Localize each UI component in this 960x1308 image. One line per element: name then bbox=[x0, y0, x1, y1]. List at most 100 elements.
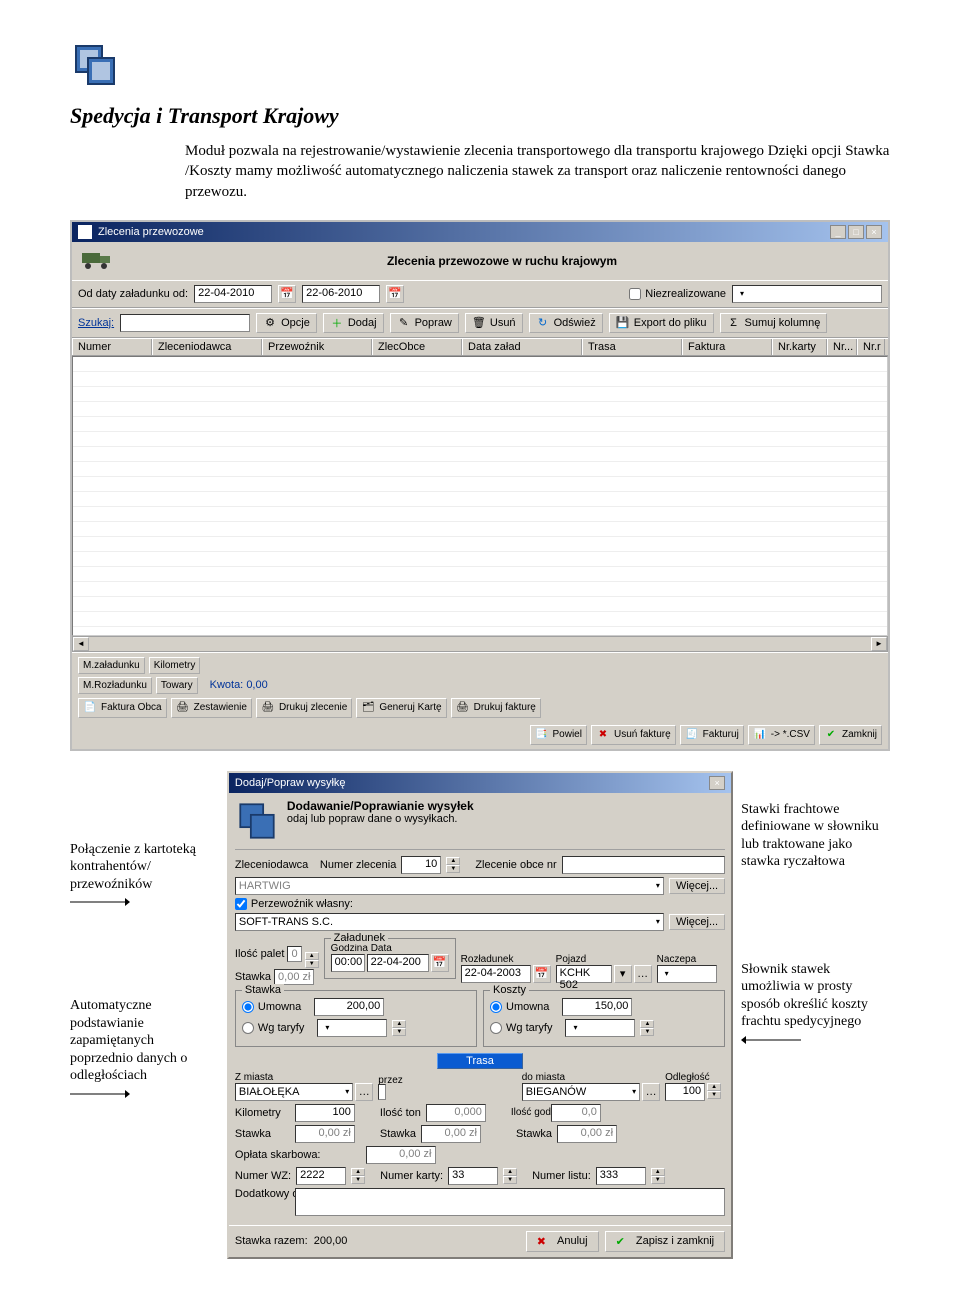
kilometry-input[interactable]: 100 bbox=[295, 1104, 355, 1122]
col-nr2[interactable]: Nr.r bbox=[857, 339, 885, 355]
koszty-umowna-radio[interactable]: Umowna bbox=[490, 1001, 549, 1013]
dropdown-icon[interactable]: ▾ bbox=[614, 965, 632, 983]
export-button[interactable]: 💾Export do pliku bbox=[609, 313, 714, 333]
zleceniodawca-dropdown[interactable]: HARTWIG bbox=[235, 877, 664, 895]
numer-zlecenia-input[interactable]: 10 bbox=[401, 856, 441, 874]
calendar-icon[interactable]: 📅 bbox=[533, 965, 551, 983]
stawka-input[interactable]: 0,00 zł bbox=[274, 969, 314, 985]
date-to-picker-icon[interactable]: 📅 bbox=[386, 285, 404, 303]
stawka-umowna-radio[interactable]: Umowna bbox=[242, 1001, 301, 1013]
przewoznik-wlasny-checkbox[interactable]: Perzewoźnik własny: bbox=[235, 898, 353, 910]
trasa-tab[interactable]: Trasa bbox=[437, 1053, 523, 1069]
koszty-umowna-input[interactable]: 150,00 bbox=[562, 998, 632, 1016]
ellipsis-icon[interactable]: … bbox=[642, 1083, 660, 1101]
stawka-umowna-input[interactable]: 200,00 bbox=[314, 998, 384, 1016]
koszty-spinner[interactable]: ▲▼ bbox=[640, 1020, 654, 1036]
towary-button[interactable]: Towary bbox=[156, 677, 198, 694]
dialog-close-button[interactable]: × bbox=[709, 776, 725, 790]
date-to-input[interactable]: 22-06-2010 bbox=[302, 285, 380, 303]
karty-spinner[interactable]: ▲▼ bbox=[503, 1168, 517, 1184]
mrozladunku-button[interactable]: M.Rozładunku bbox=[78, 677, 152, 694]
col-data-zalad[interactable]: Data załad bbox=[462, 339, 582, 355]
zamknij-button[interactable]: ✔Zamknij bbox=[819, 725, 882, 745]
ellipsis-icon[interactable]: … bbox=[355, 1083, 373, 1101]
col-nr1[interactable]: Nr... bbox=[827, 339, 857, 355]
col-zlecobce[interactable]: ZlecObce bbox=[372, 339, 462, 355]
listu-input[interactable]: 333 bbox=[596, 1167, 646, 1185]
odleglosc-spinner[interactable]: ▲▼ bbox=[707, 1083, 721, 1099]
do-miasta-dropdown[interactable]: BIEGANÓW bbox=[522, 1083, 640, 1101]
usun-fakture-button[interactable]: ✖Usuń fakturę bbox=[591, 725, 676, 745]
przez-input[interactable] bbox=[378, 1084, 386, 1100]
kilometry-button[interactable]: Kilometry bbox=[149, 657, 201, 674]
zapisz-button[interactable]: ✔ Zapisz i zamknij bbox=[605, 1231, 726, 1252]
scroll-left-icon[interactable]: ◄ bbox=[73, 637, 89, 651]
odswiez-button[interactable]: ↻Odśwież bbox=[529, 313, 603, 333]
oplata-input[interactable]: 0,00 zł bbox=[366, 1146, 436, 1164]
anuluj-button[interactable]: ✖ Anuluj bbox=[526, 1231, 599, 1252]
przewoznik-dropdown[interactable]: SOFT-TRANS S.C. bbox=[235, 913, 664, 931]
col-zleceniodawca[interactable]: Zleceniodawca bbox=[152, 339, 262, 355]
odleglosc-input[interactable]: 100 bbox=[665, 1083, 705, 1101]
filter-dropdown[interactable] bbox=[732, 285, 882, 303]
mzaladunku-button[interactable]: M.załadunku bbox=[78, 657, 145, 674]
scroll-right-icon[interactable]: ► bbox=[871, 637, 887, 651]
col-trasa[interactable]: Trasa bbox=[582, 339, 682, 355]
ilosc-ton-input[interactable]: 0,000 bbox=[426, 1104, 486, 1122]
usun-button[interactable]: 🗑Usuń bbox=[465, 313, 523, 333]
karty-input[interactable]: 33 bbox=[448, 1167, 498, 1185]
date-from-input[interactable]: 22-04-2010 bbox=[194, 285, 272, 303]
fakturuj-button[interactable]: 🧾Fakturuj bbox=[680, 725, 744, 745]
ellipsis-icon[interactable]: … bbox=[634, 965, 652, 983]
h-scrollbar[interactable]: ◄ ► bbox=[72, 636, 888, 652]
table-body[interactable] bbox=[72, 356, 888, 636]
faktura-obca-button[interactable]: 📄Faktura Obca bbox=[78, 698, 167, 718]
data-roz-input[interactable]: 22-04-2003 bbox=[461, 965, 531, 983]
close-button[interactable]: × bbox=[866, 225, 882, 239]
z-miasta-dropdown[interactable]: BIAŁOŁĘKA bbox=[235, 1083, 353, 1101]
ilosc-palet-input[interactable]: 0 bbox=[287, 946, 301, 962]
col-faktura[interactable]: Faktura bbox=[682, 339, 772, 355]
stawka-taryfy-dropdown[interactable] bbox=[317, 1019, 387, 1037]
stawka3-input[interactable]: 0,00 zł bbox=[557, 1125, 617, 1143]
powiel-button[interactable]: 📑Powiel bbox=[530, 725, 587, 745]
drukuj-zlecenie-button[interactable]: 🖨Drukuj zlecenie bbox=[256, 698, 352, 718]
opis-input[interactable] bbox=[295, 1188, 725, 1216]
search-input[interactable] bbox=[120, 314, 250, 332]
palet-spinner[interactable]: ▲▼ bbox=[305, 952, 319, 968]
calendar-icon[interactable]: 📅 bbox=[431, 954, 449, 972]
popraw-button[interactable]: ✎Popraw bbox=[390, 313, 459, 333]
stawka-taryfy-radio[interactable]: Wg taryfy bbox=[242, 1022, 304, 1034]
dodaj-button[interactable]: ＋Dodaj bbox=[323, 313, 384, 333]
wz-input[interactable]: 2222 bbox=[296, 1167, 346, 1185]
listu-spinner[interactable]: ▲▼ bbox=[651, 1168, 665, 1184]
zlecenie-obce-input[interactable] bbox=[562, 856, 725, 874]
koszty-taryfy-radio[interactable]: Wg taryfy bbox=[490, 1022, 552, 1034]
zestawienie-button[interactable]: 🖨Zestawienie bbox=[171, 698, 252, 718]
date-from-picker-icon[interactable]: 📅 bbox=[278, 285, 296, 303]
sumuj-button[interactable]: ΣSumuj kolumnę bbox=[720, 313, 828, 333]
minimize-button[interactable]: _ bbox=[830, 225, 846, 239]
data-zal-input[interactable]: 22-04-200 bbox=[367, 954, 429, 972]
drukuj-fakture-button[interactable]: 🖨Drukuj fakturę bbox=[451, 698, 541, 718]
wiecej-button-2[interactable]: Więcej... bbox=[669, 914, 725, 930]
naczepa-dropdown[interactable] bbox=[657, 965, 717, 983]
csv-button[interactable]: 📊-> *.CSV bbox=[748, 725, 815, 745]
niezrealizowane-checkbox[interactable]: Niezrealizowane bbox=[629, 288, 726, 300]
stawka1-input[interactable]: 0,00 zł bbox=[295, 1125, 355, 1143]
maximize-button[interactable]: □ bbox=[848, 225, 864, 239]
numer-spinner[interactable]: ▲▼ bbox=[446, 857, 460, 873]
generuj-karte-button[interactable]: 🗂Generuj Kartę bbox=[356, 698, 446, 718]
stawka2-input[interactable]: 0,00 zł bbox=[421, 1125, 481, 1143]
ilosc-godzin-input[interactable]: 0,0 bbox=[551, 1104, 601, 1122]
pojazd-input[interactable]: KCHK 502 bbox=[556, 965, 612, 983]
col-nrkarty[interactable]: Nr.karty bbox=[772, 339, 827, 355]
opcje-button[interactable]: ⚙Opcje bbox=[256, 313, 317, 333]
col-przewoznik[interactable]: Przewoźnik bbox=[262, 339, 372, 355]
godzina-input[interactable]: 00:00 bbox=[331, 954, 365, 972]
wiecej-button-1[interactable]: Więcej... bbox=[669, 878, 725, 894]
koszty-taryfy-dropdown[interactable] bbox=[565, 1019, 635, 1037]
wz-spinner[interactable]: ▲▼ bbox=[351, 1168, 365, 1184]
search-label[interactable]: Szukaj: bbox=[78, 317, 114, 329]
stawka-spinner[interactable]: ▲▼ bbox=[392, 1020, 406, 1036]
